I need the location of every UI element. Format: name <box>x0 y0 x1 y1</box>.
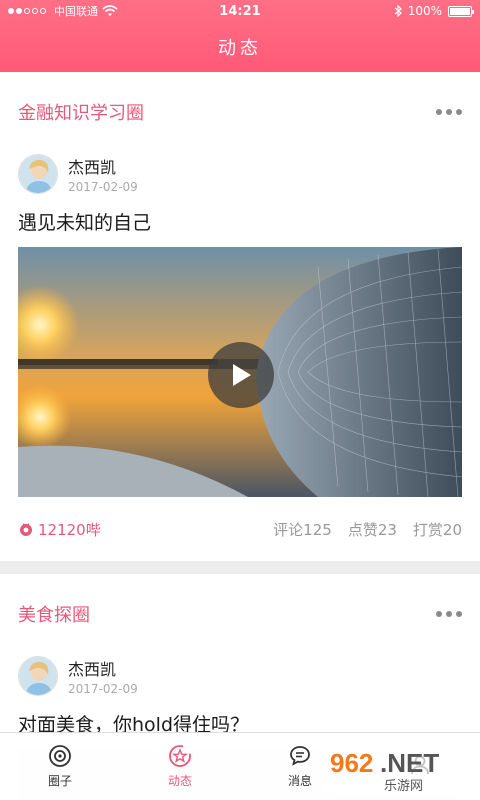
likes-count[interactable]: 点赞23 <box>348 519 397 540</box>
avatar[interactable] <box>18 154 58 194</box>
watermark-logo: 962 .NET 乐游网 <box>324 738 474 798</box>
tab-bar: 圈子 动态 消息 962 .NET 乐游网 <box>0 732 480 800</box>
post-date: 2017-02-09 <box>68 180 138 194</box>
tab-label: 消息 <box>287 774 312 788</box>
post-card[interactable]: 金融知识学习圈 杰西凯 2017-02-09 遇见未知的自己 12120哔 评论… <box>0 72 480 561</box>
tab-label: 动态 <box>167 774 192 788</box>
svg-text:962: 962 <box>330 748 373 778</box>
more-options-icon[interactable] <box>436 109 462 115</box>
avatar[interactable] <box>18 656 58 696</box>
wifi-icon <box>102 5 118 16</box>
page-title: 动态 <box>218 38 262 59</box>
signal-icon <box>8 8 46 14</box>
coin-icon <box>20 523 32 536</box>
post-date: 2017-02-09 <box>68 682 138 696</box>
battery-percent: 100% <box>407 4 442 18</box>
chat-icon <box>290 746 310 766</box>
author-name: 杰西凯 <box>68 660 117 679</box>
feed-list: 金融知识学习圈 杰西凯 2017-02-09 遇见未知的自己 12120哔 评论… <box>0 72 480 800</box>
circle-name[interactable]: 美食探圈 <box>18 601 90 627</box>
circle-icon <box>49 745 71 767</box>
carrier-label: 中国联通 <box>54 5 98 18</box>
more-options-icon[interactable] <box>436 611 462 617</box>
coins-value: 12120哔 <box>38 520 101 539</box>
post-title[interactable]: 遇见未知的自己 <box>18 196 462 247</box>
tab-circles[interactable]: 圈子 <box>0 733 120 800</box>
tab-feed[interactable]: 动态 <box>120 733 240 800</box>
svg-text:乐游网: 乐游网 <box>384 779 423 794</box>
author-row[interactable]: 杰西凯 2017-02-09 <box>18 152 462 196</box>
comments-count[interactable]: 评论125 <box>273 519 332 540</box>
svg-text:.NET: .NET <box>380 748 439 778</box>
tab-label: 圈子 <box>47 774 72 788</box>
battery-icon <box>448 5 474 17</box>
author-name: 杰西凯 <box>68 158 117 177</box>
bluetooth-icon <box>394 5 402 17</box>
author-row[interactable]: 杰西凯 2017-02-09 <box>18 654 462 698</box>
post-video-thumbnail[interactable] <box>18 247 462 497</box>
rewards-count[interactable]: 打赏20 <box>413 519 462 540</box>
play-button[interactable] <box>208 342 274 408</box>
app-header: 中国联通 14:21 100% 动态 <box>0 0 480 72</box>
coins-stat: 12120哔 <box>18 519 101 540</box>
status-bar: 中国联通 14:21 100% <box>0 0 480 22</box>
play-icon <box>233 364 251 386</box>
circle-name[interactable]: 金融知识学习圈 <box>18 99 144 125</box>
star-icon <box>169 745 191 767</box>
